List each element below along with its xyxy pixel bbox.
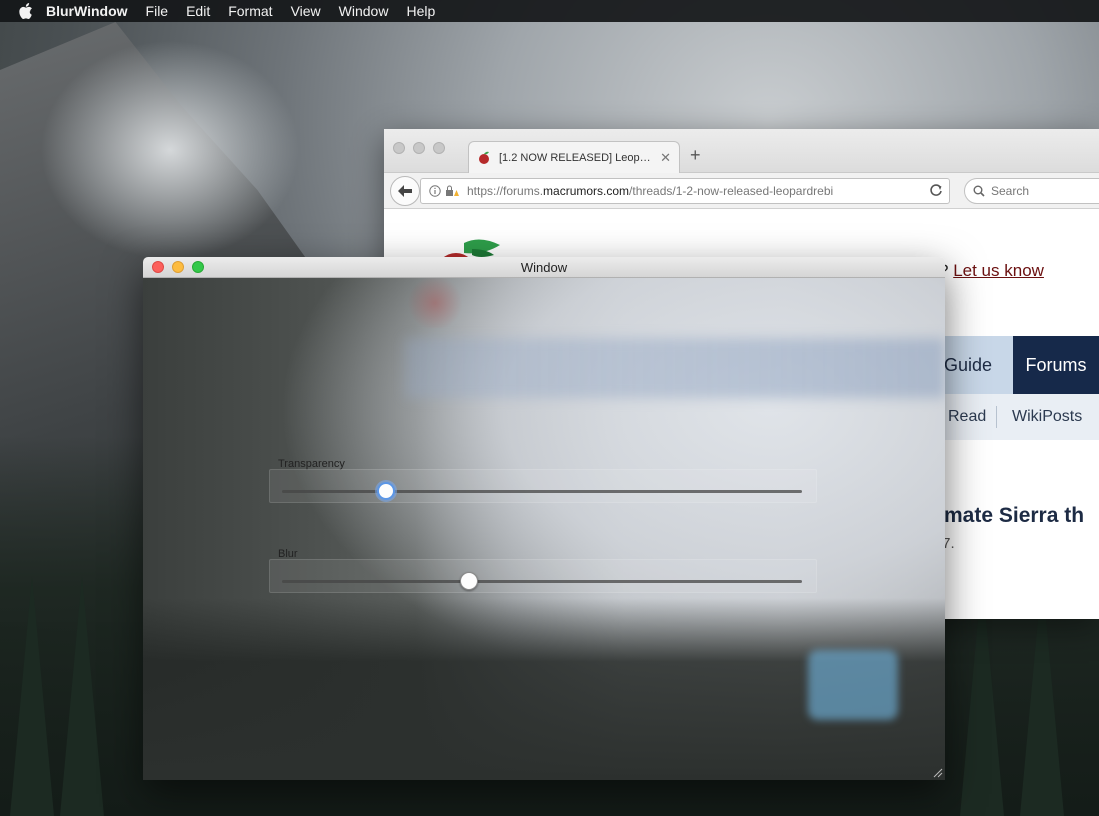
resize-grip-icon[interactable] — [933, 768, 943, 778]
nav-read[interactable]: Read — [948, 394, 986, 440]
window-content: Transparency Blur — [143, 278, 945, 780]
tree — [60, 576, 104, 816]
url-path: /threads/1-2-now-released-leopardrebi — [629, 184, 834, 198]
nav-divider — [996, 406, 997, 428]
favicon-icon — [477, 151, 491, 165]
tab-title: [1.2 NOW RELEASED] Leop… — [499, 151, 651, 164]
url-prefix: https://forums. — [467, 184, 544, 198]
thread-heading: mate Sierra th — [944, 504, 1085, 527]
browser-titlebar: [1.2 NOW RELEASED] Leop… ✕ + — [384, 129, 1099, 173]
blurred-nav — [405, 338, 945, 398]
back-button[interactable] — [390, 176, 420, 206]
transparency-slider[interactable] — [269, 469, 817, 503]
blur-knob[interactable] — [460, 572, 479, 590]
transparency-track[interactable] — [282, 490, 802, 493]
menu-file[interactable]: File — [146, 3, 169, 19]
back-arrow-icon — [398, 185, 412, 197]
url-domain: macrumors.com — [543, 184, 630, 198]
zoom-button[interactable] — [192, 261, 204, 273]
nav-guide[interactable]: Guide — [944, 336, 992, 394]
transparency-knob[interactable] — [377, 482, 395, 500]
tree — [10, 576, 54, 816]
blur-window: Window Transparency Blur — [143, 257, 945, 780]
url-bar[interactable]: https://forums. macrumors.com/threads/1-2… — [420, 178, 950, 204]
browser-navbar: https://forums. macrumors.com/threads/1-2… — [384, 173, 1099, 209]
desktop-cloud — [40, 40, 300, 260]
nav-wikiposts[interactable]: WikiPosts — [1012, 394, 1082, 440]
menu-edit[interactable]: Edit — [186, 3, 210, 19]
blurred-logo — [405, 278, 465, 328]
menu-bar: BlurWindow File Edit Format View Window … — [0, 0, 1099, 22]
let-us-know-link[interactable]: Let us know — [953, 261, 1044, 280]
close-button[interactable] — [152, 261, 164, 273]
window-titlebar[interactable]: Window — [143, 257, 945, 278]
menu-app-name[interactable]: BlurWindow — [46, 3, 128, 19]
browser-minimize-button[interactable] — [413, 142, 425, 154]
window-title: Window — [520, 260, 568, 275]
menu-window[interactable]: Window — [339, 3, 389, 19]
blur-slider[interactable] — [269, 559, 817, 593]
menu-format[interactable]: Format — [228, 3, 272, 19]
apple-menu-icon[interactable] — [18, 3, 34, 19]
browser-tab[interactable]: [1.2 NOW RELEASED] Leop… ✕ — [468, 141, 680, 173]
blurred-folder — [808, 650, 898, 720]
new-tab-button[interactable]: + — [690, 145, 701, 166]
search-icon — [973, 185, 985, 197]
menu-help[interactable]: Help — [406, 3, 435, 19]
menu-view[interactable]: View — [291, 3, 321, 19]
browser-close-button[interactable] — [393, 142, 405, 154]
lock-warning-icon — [446, 185, 459, 196]
search-placeholder: Search — [991, 184, 1030, 198]
reload-icon[interactable] — [929, 183, 943, 200]
nav-forums[interactable]: Forums — [1013, 336, 1099, 394]
blur-track[interactable] — [282, 580, 802, 583]
browser-zoom-button[interactable] — [433, 142, 445, 154]
search-field[interactable]: Search — [964, 178, 1099, 204]
site-info-icon[interactable] — [429, 185, 459, 197]
tab-close-icon[interactable]: ✕ — [660, 150, 671, 166]
feedback-prompt: ? Let us know — [939, 261, 1044, 281]
minimize-button[interactable] — [172, 261, 184, 273]
